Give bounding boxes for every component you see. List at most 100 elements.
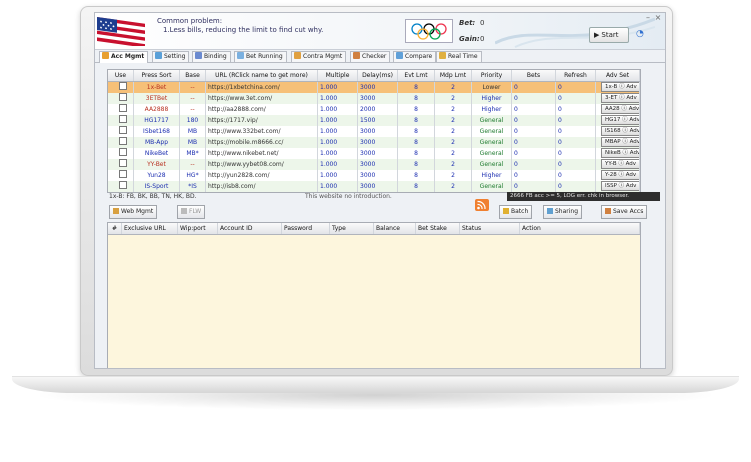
use-checkbox-cell[interactable]	[108, 170, 134, 181]
use-checkbox[interactable]	[119, 159, 127, 167]
cell-url: http://www.332bet.com/	[206, 126, 318, 137]
use-checkbox-cell[interactable]	[108, 82, 134, 93]
use-checkbox[interactable]	[119, 115, 127, 123]
col-base[interactable]: Base	[180, 70, 206, 81]
use-checkbox-cell[interactable]	[108, 159, 134, 170]
col-status[interactable]: Status	[460, 223, 520, 234]
rss-icon[interactable]	[475, 199, 489, 211]
accounts-scrollbar[interactable]	[640, 70, 641, 192]
use-checkbox-cell[interactable]	[108, 126, 134, 137]
account-row[interactable]: Yun28 HG* http://yun2828.com/1.000 3000 8 2 Hi…	[108, 170, 640, 181]
cell-url: http://yun2828.com/	[206, 170, 318, 181]
adv-set-button[interactable]: IS168 ⓘ Adv	[601, 126, 639, 136]
use-checkbox[interactable]	[119, 104, 127, 112]
cell-refresh: 0	[556, 170, 596, 181]
col-adv-set[interactable]: Adv Set	[596, 70, 640, 81]
col-multiple[interactable]: Multiple	[318, 70, 358, 81]
use-checkbox[interactable]	[119, 170, 127, 178]
cell-sort: NikeBet	[134, 148, 180, 159]
use-checkbox[interactable]	[119, 126, 127, 134]
signal-icon[interactable]: ◔	[636, 29, 644, 39]
sharing-button[interactable]: Sharing	[543, 205, 583, 219]
cell-bets: 0	[512, 159, 556, 170]
col-priority[interactable]: Priority	[472, 70, 512, 81]
use-checkbox-cell[interactable]	[108, 148, 134, 159]
use-checkbox[interactable]	[119, 93, 127, 101]
use-checkbox[interactable]	[119, 137, 127, 145]
adv-set-button[interactable]: YY-B ⓘ Adv	[601, 159, 639, 169]
account-row[interactable]: ISbet168 MB http://www.332bet.com/1.000 300…	[108, 126, 640, 137]
use-checkbox-cell[interactable]	[108, 93, 134, 104]
account-row[interactable]: 1x-Bet -- https://1xbetchina.com/1.000 3000…	[108, 82, 640, 93]
cell-refresh: 0	[556, 137, 596, 148]
minimize-button[interactable]: –	[644, 14, 652, 22]
col-balance[interactable]: Balance	[374, 223, 416, 234]
web-mgmt-icon	[113, 208, 119, 214]
use-checkbox[interactable]	[119, 82, 127, 90]
col-ip-port[interactable]: Wip:port	[178, 223, 218, 234]
tab-checker[interactable]: Checker	[350, 51, 391, 62]
adv-set-cell: 1x-B ⓘ Adv	[596, 82, 640, 93]
col-url[interactable]: URL (RClick name to get more)	[206, 70, 318, 81]
account-row[interactable]: MB-App MB https://mobile.m8666.cc/1.000 300…	[108, 137, 640, 148]
tab-compare-icon	[396, 52, 403, 59]
adv-set-button[interactable]: AA28 ⓘ Adv	[601, 104, 639, 114]
cell-bets: 0	[512, 137, 556, 148]
col-no[interactable]: #	[108, 223, 122, 234]
tab-binding[interactable]: Binding	[192, 51, 231, 62]
tab-compare[interactable]: Compare	[393, 51, 437, 62]
tab-acc-mgmt[interactable]: Acc Mgmt	[99, 51, 149, 63]
adv-set-button[interactable]: 3-ET ⓘ Adv	[601, 93, 639, 103]
col-password[interactable]: Password	[282, 223, 330, 234]
adv-set-button[interactable]: NikeB ⓘ Adv	[601, 148, 639, 158]
account-row[interactable]: AA2888 -- http://aa2888.com/1.000 2000 8 2 Hig…	[108, 104, 640, 115]
adv-set-button[interactable]: HG17 ⓘ Adv	[601, 115, 639, 125]
adv-set-button[interactable]: ISSP ⓘ Adv	[601, 181, 639, 191]
col-exclusive-url[interactable]: Exclusive URL	[122, 223, 178, 234]
adv-code: MBAP	[605, 139, 621, 145]
col-delay[interactable]: Delay(ms)	[358, 70, 398, 81]
col-use[interactable]: Use	[108, 70, 134, 81]
use-checkbox-cell[interactable]	[108, 104, 134, 115]
batch-button[interactable]: Batch	[499, 205, 533, 219]
adv-label: Adv	[625, 161, 637, 167]
col-bet-stake[interactable]: Bet Stake	[416, 223, 460, 234]
play-icon: ▶	[594, 31, 600, 39]
account-row[interactable]: 3ETBet -- https://www.3et.com/1.000 3000 8 2 H…	[108, 93, 640, 104]
close-button[interactable]: ×	[654, 14, 662, 22]
col-action[interactable]: Action	[520, 223, 640, 234]
col-refresh[interactable]: Refresh	[556, 70, 596, 81]
tab-real-time[interactable]: Real Time	[436, 51, 482, 62]
adv-set-button[interactable]: MBAP ⓘ Adv	[601, 137, 639, 147]
flw-button[interactable]: FLW	[177, 205, 206, 219]
col-bets[interactable]: Bets	[512, 70, 556, 81]
gain-label: Gain:	[459, 35, 480, 43]
tab-setting[interactable]: Setting	[152, 51, 190, 62]
use-checkbox[interactable]	[119, 181, 127, 189]
start-button[interactable]: ▶ Start	[589, 27, 629, 43]
save-accs-button[interactable]: Save Accs	[601, 205, 648, 219]
account-row[interactable]: YY-Bet -- http://www.yybet08.com/1.000 3000…	[108, 159, 640, 170]
col-account-id[interactable]: Account ID	[218, 223, 282, 234]
tab-bet-running[interactable]: Bet Running	[234, 51, 287, 62]
account-row[interactable]: NikeBet MB* http://www.nikebet.net/1.000 30…	[108, 148, 640, 159]
adv-code: NikeB	[605, 150, 621, 156]
adv-set-button[interactable]: 1x-B ⓘ Adv	[601, 82, 639, 92]
use-checkbox[interactable]	[119, 148, 127, 156]
use-checkbox-cell[interactable]	[108, 181, 134, 192]
adv-set-cell: AA28 ⓘ Adv	[596, 104, 640, 115]
account-row[interactable]: HG1717 180 https://1717.vip/1.000 1500 8 2 Gen…	[108, 115, 640, 126]
adv-set-button[interactable]: Y-28 ⓘ Adv	[601, 170, 639, 180]
cell-multiple: 1.000	[318, 93, 358, 104]
col-type[interactable]: Type	[330, 223, 374, 234]
use-checkbox-cell[interactable]	[108, 137, 134, 148]
col-press-sort[interactable]: Press Sort	[134, 70, 180, 81]
tab-contra-mgmt[interactable]: Contra Mgmt	[291, 51, 347, 62]
col-evt-lmt[interactable]: Evt Lmt	[398, 70, 435, 81]
account-row[interactable]: IS-Sport *IS http://isb8.com/1.000 3000 8 2 Ge…	[108, 181, 640, 192]
details-scrollbar[interactable]	[640, 223, 641, 368]
col-mdp-lmt[interactable]: Mdp Lmt	[435, 70, 472, 81]
use-checkbox-cell[interactable]	[108, 115, 134, 126]
tab-binding-icon	[195, 52, 202, 59]
web-mgmt-button[interactable]: Web Mgmt	[109, 205, 158, 219]
